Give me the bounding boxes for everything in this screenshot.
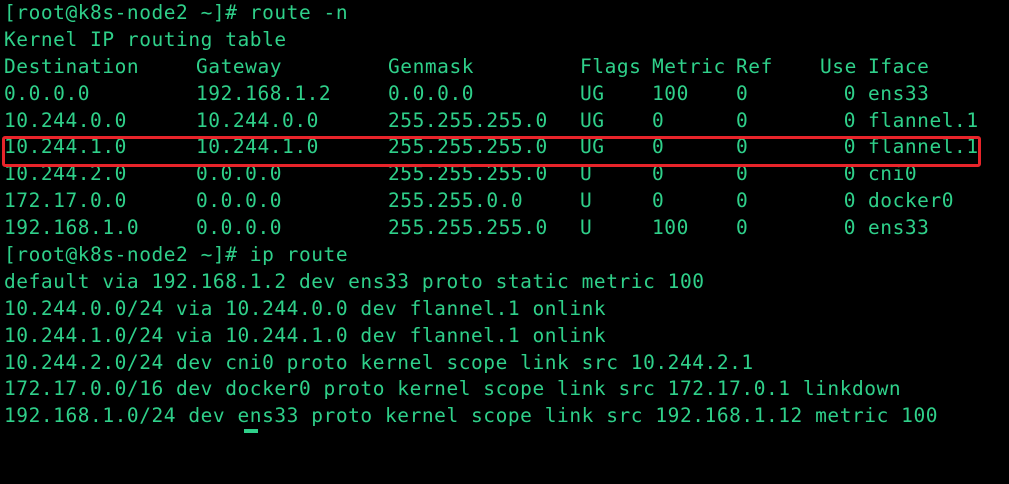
cell-destination: 10.244.2.0	[4, 162, 127, 186]
cell-ref: 0	[736, 162, 749, 186]
table-row: 0.0.0.0 192.168.1.2 0.0.0.0 UG 100 0 0 e…	[0, 81, 1009, 108]
cell-flags: UG	[580, 135, 605, 159]
cell-iface: docker0	[868, 189, 955, 213]
ip-route-line: 10.244.0.0/24 via 10.244.0.0 dev flannel…	[4, 296, 607, 320]
cell-use: 0	[843, 108, 856, 132]
command-prompt-route: [root@k8s-node2 ~]# route -n	[4, 1, 349, 24]
cell-iface: ens33	[868, 81, 930, 105]
cell-genmask: 255.255.255.0	[388, 135, 548, 159]
cell-ref: 0	[736, 108, 749, 132]
cell-use: 0	[843, 189, 856, 213]
cell-gateway: 0.0.0.0	[196, 162, 283, 186]
ip-route-line: 192.168.1.0/24 dev ens33 proto kernel sc…	[4, 404, 939, 428]
cell-genmask: 255.255.255.0	[388, 162, 548, 186]
cell-iface: ens33	[868, 216, 930, 240]
cell-metric: 100	[652, 216, 689, 240]
routing-table-title: Kernel IP routing table	[4, 27, 287, 51]
cell-genmask: 255.255.255.0	[388, 216, 548, 240]
cell-gateway: 10.244.0.0	[196, 108, 319, 132]
table-row-highlighted: 10.244.1.0 10.244.1.0 255.255.255.0 UG 0…	[0, 134, 1009, 161]
cell-gateway: 10.244.1.0	[196, 135, 319, 159]
header-ref: Ref	[736, 54, 773, 78]
ip-route-line: 10.244.2.0/24 dev cni0 proto kernel scop…	[4, 350, 754, 374]
header-use: Use	[820, 54, 857, 78]
cell-flags: U	[580, 189, 593, 213]
text-cursor	[244, 429, 258, 433]
cell-flags: U	[580, 216, 593, 240]
ip-route-line: 10.244.1.0/24 via 10.244.1.0 dev flannel…	[4, 323, 607, 347]
cell-genmask: 0.0.0.0	[388, 81, 475, 105]
header-gateway: Gateway	[196, 54, 283, 78]
cell-ref: 0	[736, 81, 749, 105]
table-row: 172.17.0.0 0.0.0.0 255.255.0.0 U 0 0 0 d…	[0, 188, 1009, 215]
cell-destination: 10.244.0.0	[4, 108, 127, 132]
routing-table: Destination Gateway Genmask Flags Metric…	[0, 54, 1009, 242]
cell-metric: 0	[652, 135, 665, 159]
cell-genmask: 255.255.255.0	[388, 108, 548, 132]
cell-destination: 0.0.0.0	[4, 81, 91, 105]
header-genmask: Genmask	[388, 54, 475, 78]
cell-flags: U	[580, 162, 593, 186]
header-iface: Iface	[868, 54, 930, 78]
cell-destination: 10.244.1.0	[4, 135, 127, 159]
ip-route-line: 172.17.0.0/16 dev docker0 proto kernel s…	[4, 377, 902, 401]
cell-gateway: 0.0.0.0	[196, 216, 283, 240]
cell-flags: UG	[580, 81, 605, 105]
cell-metric: 100	[652, 81, 689, 105]
header-metric: Metric	[652, 54, 726, 78]
ip-route-line: default via 192.168.1.2 dev ens33 proto …	[4, 269, 705, 293]
cell-iface: flannel.1	[868, 135, 979, 159]
table-row: 10.244.2.0 0.0.0.0 255.255.255.0 U 0 0 0…	[0, 161, 1009, 188]
header-destination: Destination	[4, 54, 140, 78]
header-flags: Flags	[580, 54, 642, 78]
cell-use: 0	[843, 216, 856, 240]
cell-metric: 0	[652, 189, 665, 213]
cell-iface: cni0	[868, 162, 918, 186]
terminal-window[interactable]: [root@k8s-node2 ~]# route -n Kernel IP r…	[0, 0, 1009, 433]
cell-destination: 192.168.1.0	[4, 216, 140, 240]
command-prompt-ip-route: [root@k8s-node2 ~]# ip route	[4, 243, 349, 267]
cell-use: 0	[843, 162, 856, 186]
cell-metric: 0	[652, 108, 665, 132]
cell-flags: UG	[580, 108, 605, 132]
cell-iface: flannel.1	[868, 108, 979, 132]
table-row: 10.244.0.0 10.244.0.0 255.255.255.0 UG 0…	[0, 108, 1009, 135]
routing-table-header: Destination Gateway Genmask Flags Metric…	[0, 54, 1009, 81]
cell-destination: 172.17.0.0	[4, 189, 127, 213]
cell-metric: 0	[652, 162, 665, 186]
cell-ref: 0	[736, 189, 749, 213]
cell-ref: 0	[736, 135, 749, 159]
cell-gateway: 192.168.1.2	[196, 81, 332, 105]
cell-use: 0	[843, 135, 856, 159]
table-row: 192.168.1.0 0.0.0.0 255.255.255.0 U 100 …	[0, 215, 1009, 242]
cell-ref: 0	[736, 216, 749, 240]
cell-gateway: 0.0.0.0	[196, 189, 283, 213]
cell-genmask: 255.255.0.0	[388, 189, 524, 213]
cell-use: 0	[843, 81, 856, 105]
